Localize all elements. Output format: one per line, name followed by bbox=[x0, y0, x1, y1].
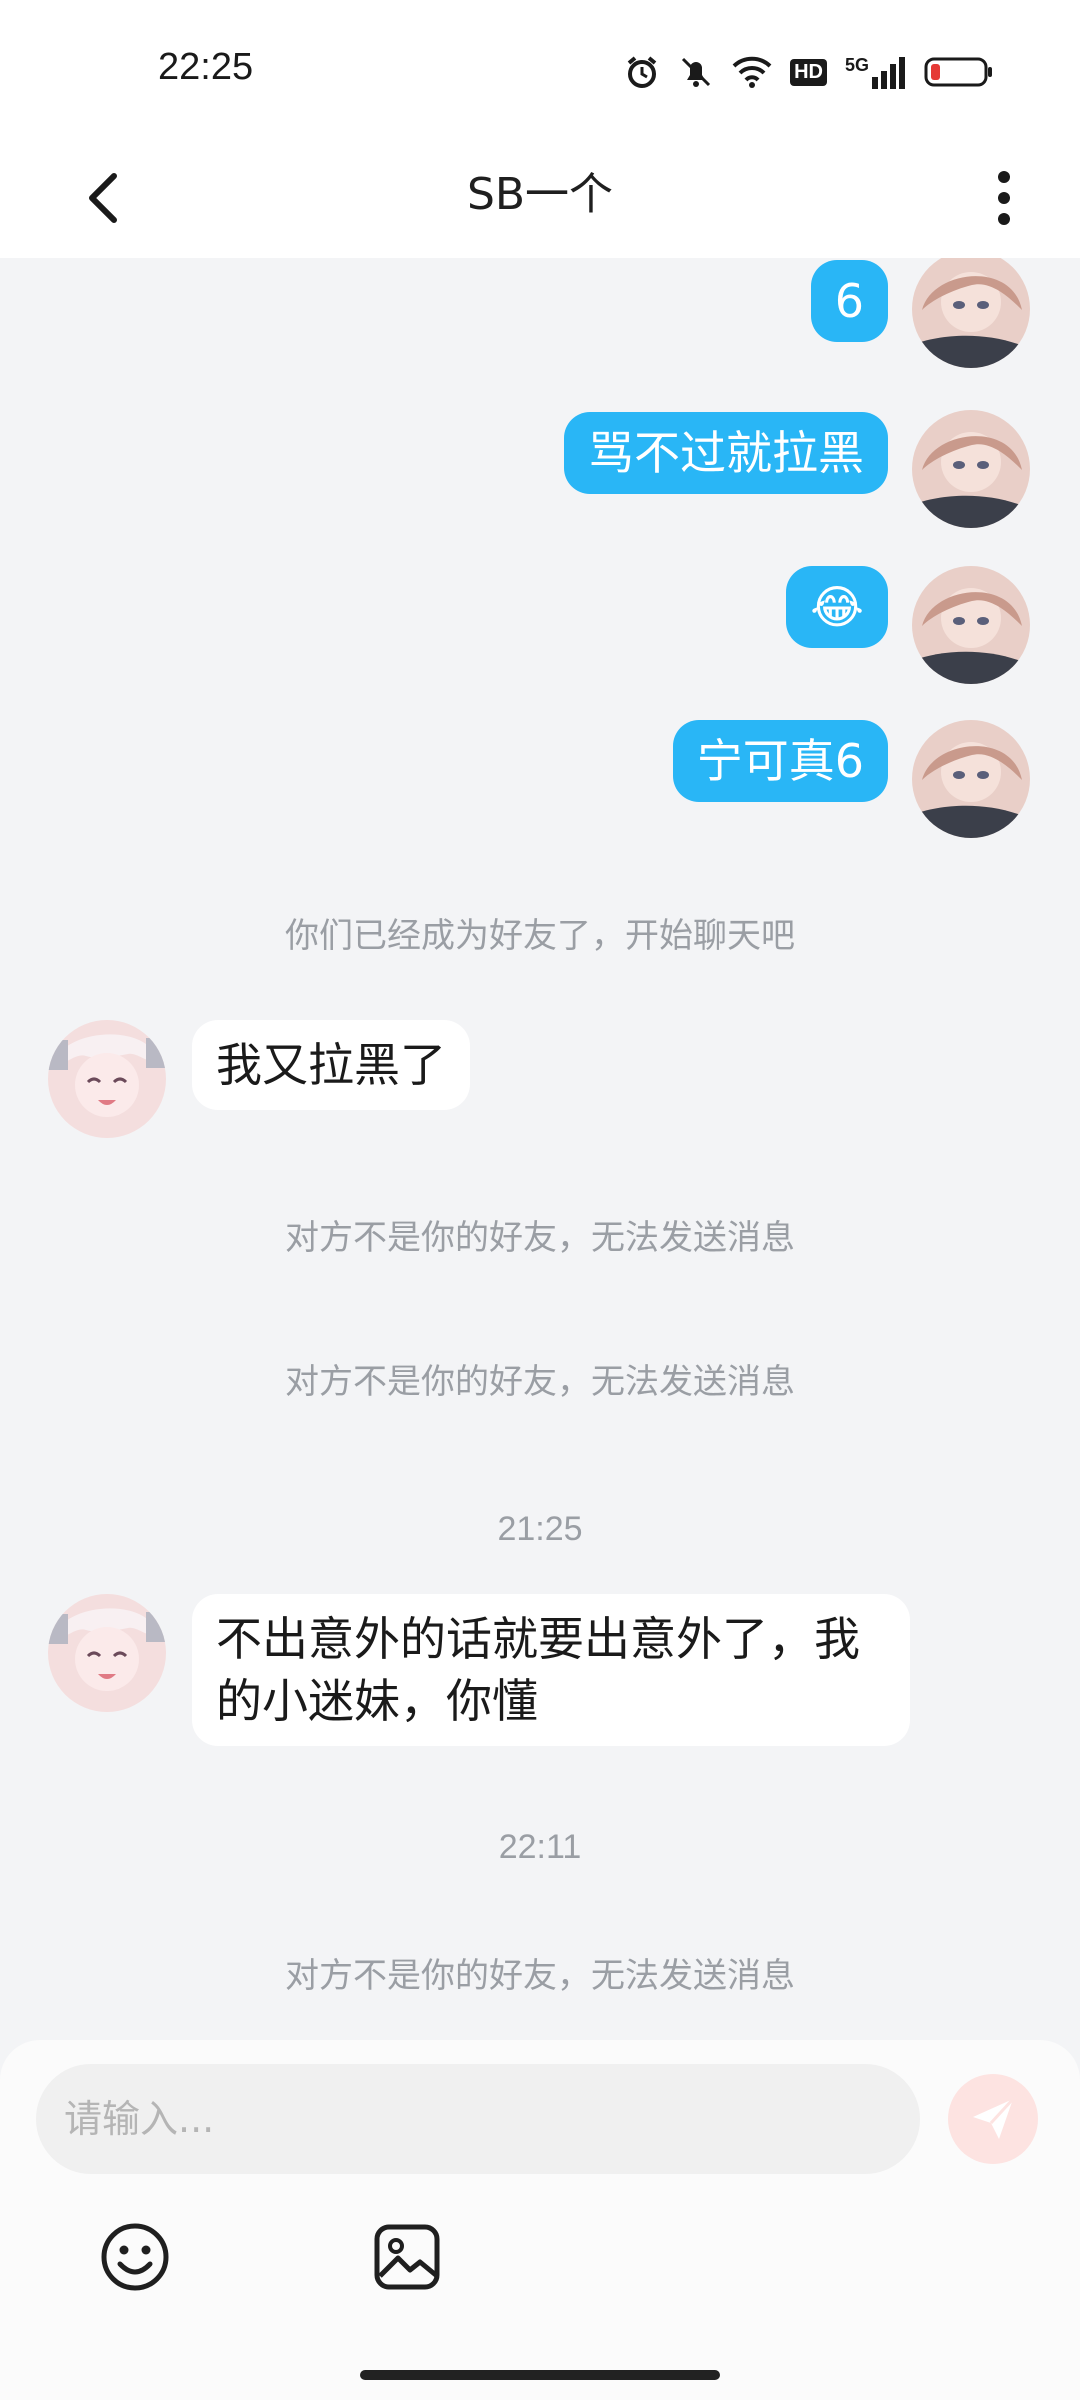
home-indicator[interactable] bbox=[360, 2370, 720, 2380]
signal-5g-icon: 5G bbox=[845, 55, 906, 89]
my-avatar[interactable] bbox=[912, 566, 1030, 684]
send-icon bbox=[973, 2097, 1015, 2139]
alarm-icon bbox=[624, 54, 660, 90]
timestamp-label: 22:11 bbox=[498, 1828, 582, 1866]
system-notice: 对方不是你的好友，无法发送消息 bbox=[285, 1956, 795, 1996]
chat-message-list[interactable]: 6 骂不过就拉黑 😂 宁可真6 你们已经成为好友了，开始聊天吧 我又拉黑了 对方… bbox=[0, 258, 1080, 2040]
image-icon bbox=[374, 2224, 440, 2290]
my-avatar[interactable] bbox=[912, 720, 1030, 838]
hd-icon: HD bbox=[790, 58, 827, 86]
contact-avatar[interactable] bbox=[48, 1020, 166, 1138]
outgoing-message-bubble[interactable]: 骂不过就拉黑 bbox=[564, 412, 888, 494]
status-icons: HD 5G bbox=[624, 50, 994, 94]
image-button[interactable] bbox=[372, 2222, 442, 2292]
more-vertical-icon bbox=[998, 171, 1010, 225]
contact-avatar[interactable] bbox=[48, 1594, 166, 1712]
mute-icon bbox=[678, 54, 714, 90]
status-time: 22:25 bbox=[158, 46, 254, 88]
smile-icon bbox=[101, 2223, 169, 2291]
system-notice: 对方不是你的好友，无法发送消息 bbox=[285, 1218, 795, 1258]
message-input-panel bbox=[0, 2040, 1080, 2400]
message-text-line: 不出意外的话就要出意外了，我 bbox=[216, 1612, 860, 1666]
outgoing-message-bubble[interactable]: 宁可真6 bbox=[672, 720, 888, 802]
my-avatar[interactable] bbox=[912, 258, 1030, 368]
system-notice: 对方不是你的好友，无法发送消息 bbox=[285, 1362, 795, 1402]
network-label: 5G bbox=[844, 55, 869, 75]
wifi-icon bbox=[732, 54, 772, 90]
message-text-line: 的小迷妹，你懂 bbox=[216, 1674, 538, 1728]
timestamp-label: 21:25 bbox=[497, 1510, 583, 1548]
more-options-button[interactable] bbox=[974, 158, 1034, 238]
my-avatar[interactable] bbox=[912, 410, 1030, 528]
system-notice: 你们已经成为好友了，开始聊天吧 bbox=[285, 916, 795, 956]
outgoing-message-bubble[interactable]: 6 bbox=[810, 260, 888, 342]
incoming-message-bubble[interactable]: 我又拉黑了 bbox=[192, 1020, 470, 1110]
top-nav-bar: SB一个 bbox=[0, 140, 1080, 258]
incoming-message-bubble[interactable]: 不出意外的话就要出意外了，我 的小迷妹，你懂 bbox=[192, 1594, 910, 1746]
chat-title: SB一个 bbox=[466, 169, 614, 220]
send-button[interactable] bbox=[948, 2074, 1038, 2164]
emoji-button[interactable] bbox=[100, 2222, 170, 2292]
battery-low-icon bbox=[924, 56, 994, 88]
message-input[interactable] bbox=[36, 2064, 920, 2174]
outgoing-message-bubble[interactable]: 😂 bbox=[786, 566, 888, 648]
status-bar: 22:25 HD 5G bbox=[0, 0, 1080, 140]
